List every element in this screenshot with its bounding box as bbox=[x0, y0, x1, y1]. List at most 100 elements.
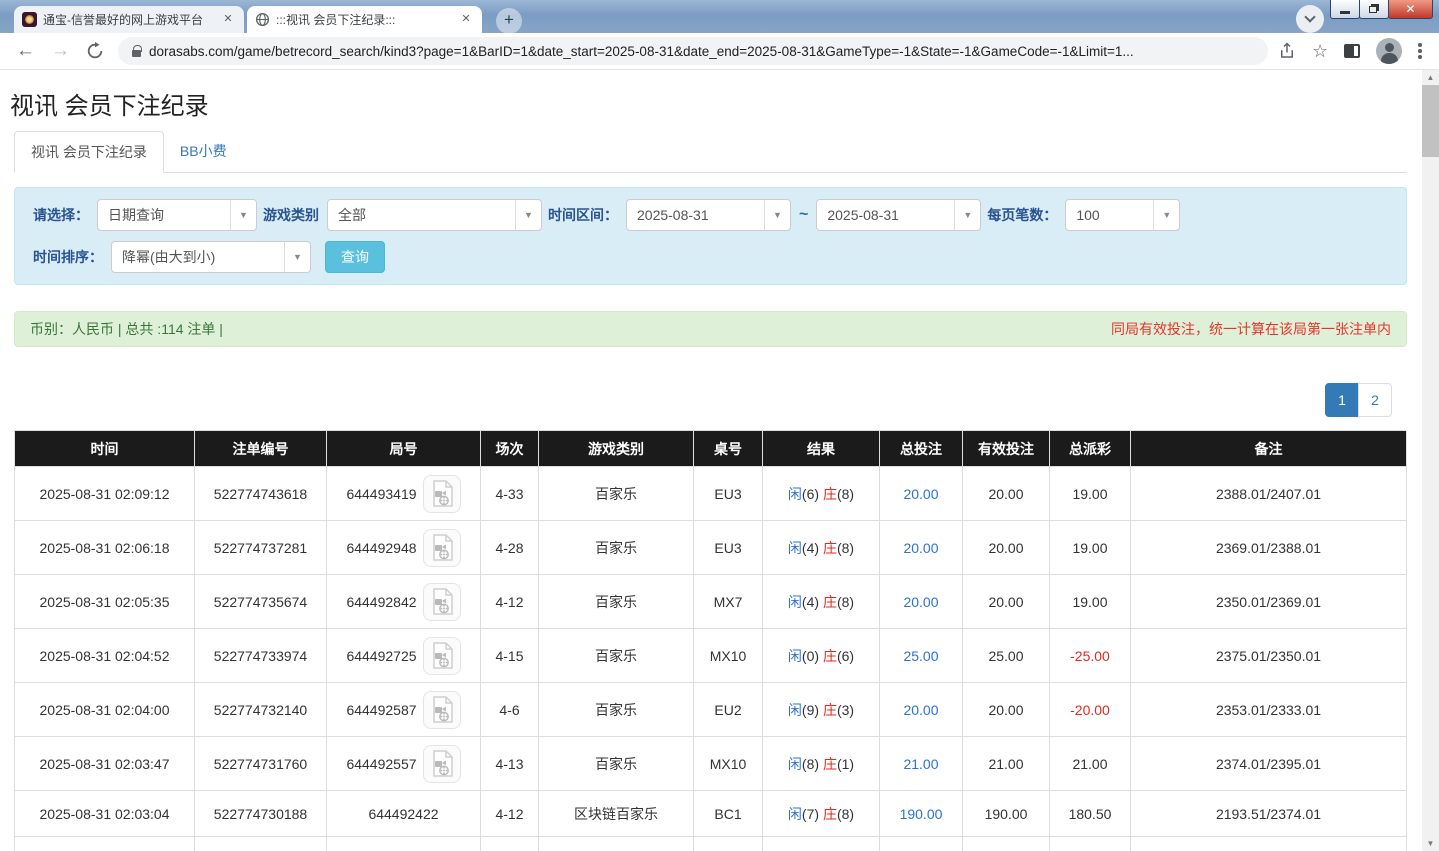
column-header: 结果 bbox=[762, 430, 880, 467]
query-type-select[interactable]: 日期查询 ▼ bbox=[97, 199, 257, 231]
column-header: 注单编号 bbox=[194, 430, 327, 467]
video-replay-button[interactable] bbox=[422, 582, 461, 621]
close-window-button[interactable]: ✕ bbox=[1388, 0, 1433, 19]
side-panel-icon[interactable] bbox=[1344, 44, 1361, 58]
bookmark-star-icon[interactable]: ☆ bbox=[1312, 41, 1328, 62]
round-id: 644492948 bbox=[346, 539, 417, 556]
total-bet-cell: 25.00 bbox=[879, 628, 963, 683]
game-type-select[interactable]: 全部 ▼ bbox=[327, 199, 542, 231]
reload-button[interactable] bbox=[86, 42, 104, 60]
bet-id-cell: 522774730188 bbox=[194, 790, 327, 837]
restore-button[interactable] bbox=[1359, 0, 1389, 19]
banker-result: 庄 bbox=[822, 647, 837, 664]
bet-time-cell: 2025-08-31 02:03:47 bbox=[14, 736, 195, 791]
date-start-select[interactable]: 2025-08-31 ▼ bbox=[626, 199, 791, 231]
total-bet-cell: 20.00 bbox=[879, 466, 963, 521]
close-icon[interactable]: ✕ bbox=[220, 12, 236, 28]
page-size-select[interactable]: 100 ▼ bbox=[1065, 199, 1181, 231]
round-id-cell: 644492422 bbox=[326, 790, 481, 837]
banker-result: 庄 bbox=[822, 805, 837, 822]
total-bet-link[interactable]: 21.00 bbox=[903, 756, 938, 772]
total-bet-link[interactable]: 20.00 bbox=[903, 486, 938, 502]
payout-value: -20.00 bbox=[1070, 701, 1110, 718]
table-code-cell: MX10 bbox=[693, 736, 763, 791]
note-cell: 2374.01/2395.01 bbox=[1130, 736, 1407, 791]
table-row: 2025-08-31 02:04:52 522774733974 644492725… bbox=[14, 628, 1407, 683]
payout-value: -25.00 bbox=[1070, 647, 1110, 664]
date-separator: ~ bbox=[799, 206, 809, 223]
table-header-row: 时间 注单编号 局号 场次 游戏类别 桌号 结果 总投注 有效投注 总派彩 备注 bbox=[14, 430, 1407, 467]
tongbao-logo-icon bbox=[22, 12, 37, 27]
player-result: 闲 bbox=[787, 485, 802, 502]
back-button[interactable]: ← bbox=[16, 40, 35, 62]
table-row: 2025-08-31 02:05:35 522774735674 644492842… bbox=[14, 574, 1407, 629]
tab-search-button[interactable] bbox=[1296, 5, 1324, 33]
column-header: 时间 bbox=[14, 430, 195, 467]
sort-select[interactable]: 降幂(由大到小) ▼ bbox=[111, 241, 311, 273]
minimize-button[interactable] bbox=[1330, 0, 1360, 19]
close-icon[interactable]: ✕ bbox=[458, 12, 474, 28]
bet-time-cell: 2025-08-31 02:04:52 bbox=[14, 628, 195, 683]
valid-bet-cell: 25.00 bbox=[962, 628, 1050, 683]
date-end-select[interactable]: 2025-08-31 ▼ bbox=[816, 199, 982, 231]
video-replay-button[interactable] bbox=[422, 474, 461, 513]
forward-button[interactable]: → bbox=[51, 40, 70, 62]
round-id: 644492587 bbox=[346, 701, 417, 718]
tab-bb-tips[interactable]: BB小费 bbox=[164, 131, 243, 172]
result-cell: 闲(9) 庄(3) bbox=[762, 682, 880, 737]
query-button[interactable]: 查询 bbox=[325, 241, 385, 273]
note-cell: 2193.51/2374.01 bbox=[1130, 790, 1407, 837]
browser-tab-2[interactable]: :::视讯 会员下注纪录::: ✕ bbox=[247, 6, 482, 33]
browser-tab-1[interactable]: 通宝-信誉最好的网上游戏平台 ✕ bbox=[14, 6, 244, 33]
scroll-up-icon[interactable]: ▲ bbox=[1422, 70, 1439, 85]
page-size-label: 每页笔数： bbox=[987, 207, 1058, 223]
page-button-2[interactable]: 2 bbox=[1358, 383, 1392, 417]
column-header: 有效投注 bbox=[962, 430, 1050, 467]
page-button-1[interactable]: 1 bbox=[1325, 383, 1359, 417]
total-bet-link[interactable]: 25.00 bbox=[903, 648, 938, 664]
valid-bet-cell: 300.00 bbox=[962, 836, 1050, 851]
payout-cell: 19.00 bbox=[1049, 520, 1131, 575]
profile-avatar[interactable] bbox=[1376, 38, 1403, 64]
total-bet-link[interactable]: 20.00 bbox=[903, 594, 938, 610]
bet-time-cell: 2025-08-31 02:03:04 bbox=[14, 790, 195, 837]
column-header: 备注 bbox=[1130, 430, 1407, 467]
round-id-cell: 644492222 bbox=[326, 836, 481, 851]
result-cell: 闲(8) 庄(1) bbox=[762, 736, 880, 791]
close-icon: ✕ bbox=[1405, 2, 1416, 16]
payout-value: 19.00 bbox=[1072, 593, 1108, 610]
currency-total-text: 币别：人民币 | 总共 :114 注单 | bbox=[30, 321, 223, 337]
total-bet-link[interactable]: 20.00 bbox=[903, 702, 938, 718]
page-scrollbar[interactable]: ▲ ▼ bbox=[1422, 70, 1439, 851]
column-header: 场次 bbox=[480, 430, 539, 467]
bet-records-table: 时间 注单编号 局号 场次 游戏类别 桌号 结果 总投注 有效投注 总派彩 备注 2025-08-3… bbox=[14, 430, 1407, 851]
address-bar[interactable]: dorasabs.com/game/betrecord_search/kind3… bbox=[118, 37, 1268, 65]
table-code-cell: MX10 bbox=[693, 628, 763, 683]
total-bet-link[interactable]: 190.00 bbox=[900, 806, 943, 822]
table-row: 2025-08-31 02:04:00 522774732140 644492587… bbox=[14, 682, 1407, 737]
player-result: 闲 bbox=[787, 647, 802, 664]
scrollbar-thumb[interactable] bbox=[1422, 85, 1439, 157]
round-id-cell: 644492587 bbox=[326, 682, 481, 737]
bet-id-cell: 522774732140 bbox=[194, 682, 327, 737]
scroll-down-icon[interactable]: ▼ bbox=[1422, 836, 1439, 851]
round-id-cell: 644492557 bbox=[326, 736, 481, 791]
bet-time-cell: 2025-08-31 02:06:18 bbox=[14, 520, 195, 575]
tab-bet-records[interactable]: 视讯 会员下注纪录 bbox=[14, 131, 164, 173]
bet-id-cell: 522774743618 bbox=[194, 466, 327, 521]
browser-menu-icon[interactable] bbox=[1418, 43, 1422, 59]
total-bet-link[interactable]: 20.00 bbox=[903, 540, 938, 556]
table-code-cell: BC1 bbox=[693, 790, 763, 837]
table-code-cell: EU3 bbox=[693, 520, 763, 575]
game-type-cell: 百家乐 bbox=[538, 736, 694, 791]
video-replay-button[interactable] bbox=[422, 744, 461, 783]
new-tab-button[interactable]: + bbox=[496, 8, 522, 34]
valid-bet-cell: 20.00 bbox=[962, 466, 1050, 521]
video-replay-button[interactable] bbox=[422, 528, 461, 567]
page-title: 视讯 会员下注纪录 bbox=[10, 93, 209, 120]
session-cell: 4-15 bbox=[480, 628, 539, 683]
video-replay-button[interactable] bbox=[422, 690, 461, 729]
video-replay-button[interactable] bbox=[422, 636, 461, 675]
share-icon[interactable] bbox=[1278, 42, 1296, 60]
chevron-down-icon: ▼ bbox=[1153, 200, 1179, 230]
